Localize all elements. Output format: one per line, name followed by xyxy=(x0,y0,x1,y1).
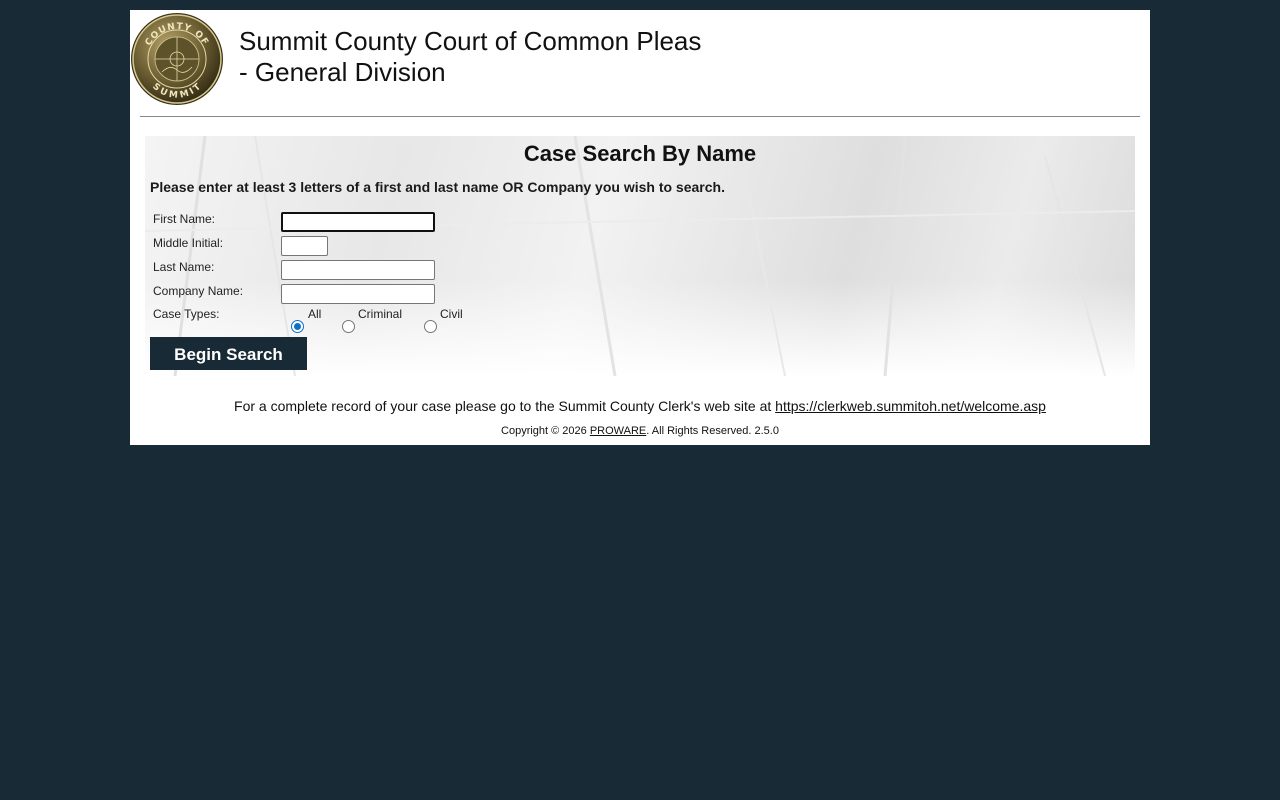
case-types-label: Case Types: xyxy=(153,307,220,321)
case-type-all-radio[interactable] xyxy=(291,320,304,333)
clerk-record-note: For a complete record of your case pleas… xyxy=(130,398,1150,414)
clerk-website-link[interactable]: https://clerkweb.summitoh.net/welcome.as… xyxy=(775,398,1046,414)
header-divider xyxy=(140,116,1140,117)
copyright-notice: Copyright © 2026 PROWARE. All Rights Res… xyxy=(130,425,1150,437)
copyright-suffix: . All Rights Reserved. 2.5.0 xyxy=(646,425,779,437)
last-name-label: Last Name: xyxy=(153,260,215,274)
first-name-label: First Name: xyxy=(153,212,216,226)
search-form-panel: Case Search By Name Please enter at leas… xyxy=(145,136,1135,376)
header: COUNTY OF SUMMIT Summit County Court of … xyxy=(130,10,1150,116)
court-title: Summit County Court of Common Pleas - Ge… xyxy=(239,26,701,88)
middle-initial-label: Middle Initial: xyxy=(153,236,224,250)
case-type-civil-label: Civil xyxy=(440,307,463,321)
case-type-all-label: All xyxy=(308,307,322,321)
court-title-line1: Summit County Court of Common Pleas xyxy=(239,26,702,56)
copyright-prefix: Copyright © 2026 xyxy=(501,425,587,437)
proware-link[interactable]: PROWARE xyxy=(590,425,646,437)
search-instructions: Please enter at least 3 letters of a fir… xyxy=(150,179,725,195)
begin-search-button[interactable]: Begin Search xyxy=(150,337,307,370)
county-seal-logo: COUNTY OF SUMMIT xyxy=(131,13,223,105)
last-name-input[interactable] xyxy=(281,260,435,280)
case-type-criminal-label: Criminal xyxy=(358,307,403,321)
first-name-input[interactable] xyxy=(281,212,435,232)
clerk-record-text: For a complete record of your case pleas… xyxy=(234,398,772,414)
company-name-label: Company Name: xyxy=(153,284,244,298)
middle-initial-input[interactable] xyxy=(281,236,328,256)
case-type-criminal-radio[interactable] xyxy=(342,320,355,333)
page-container: COUNTY OF SUMMIT Summit County Court of … xyxy=(130,10,1150,445)
case-type-civil-radio[interactable] xyxy=(424,320,437,333)
search-title: Case Search By Name xyxy=(523,141,757,166)
company-name-input[interactable] xyxy=(281,284,435,304)
court-title-line2: - General Division xyxy=(239,57,446,87)
